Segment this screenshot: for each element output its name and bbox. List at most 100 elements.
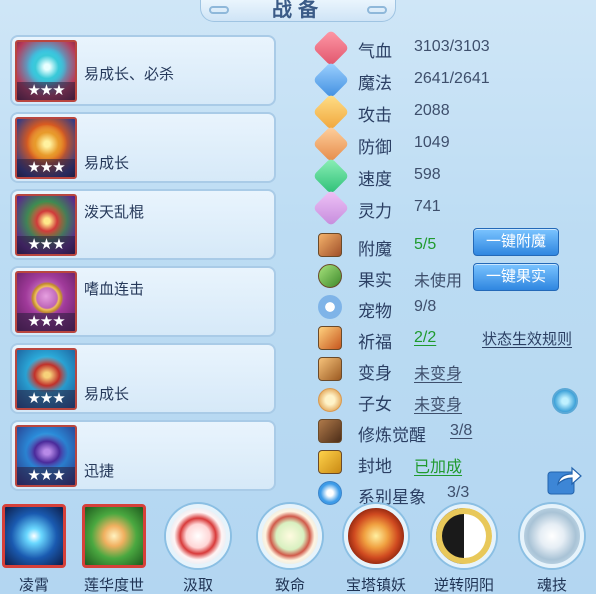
status-label: 附魔 (358, 240, 392, 259)
attr-value: 598 (414, 166, 441, 183)
paw-icon (318, 295, 342, 319)
status-value[interactable]: 已加成 (414, 453, 462, 477)
attr-label: 魔法 (358, 74, 392, 93)
one-click-enchant-button[interactable]: 一键附魔 (473, 228, 559, 256)
attr-value: 1049 (414, 134, 450, 151)
equipment-slot-1[interactable]: ★★★ 易成长、必杀 (10, 35, 276, 106)
status-transform[interactable]: 变身 未变身 (316, 354, 586, 385)
fruit-icon (318, 264, 342, 288)
star-rating: ★★★ (17, 467, 75, 485)
crown-icon: ★★★ (15, 194, 77, 256)
lotus-hand-icon (82, 504, 146, 568)
status-value[interactable]: 未变身 (414, 391, 462, 415)
equipment-slot-4[interactable]: ★★★ 嗜血连击 (10, 266, 276, 337)
status-value[interactable]: 2/2 (414, 329, 436, 347)
status-label: 果实 (358, 271, 392, 290)
equipment-slot-5[interactable]: ★★★ 易成长 (10, 343, 276, 414)
attr-label: 防御 (358, 138, 392, 157)
status-label: 宠物 (358, 302, 392, 321)
status-rules-link[interactable]: 状态生效规则 (482, 328, 572, 349)
skill-label: 汲取 (182, 577, 213, 594)
attr-defense: 防御 1049 (312, 125, 586, 163)
equipment-slot-3[interactable]: ★★★ 泼天乱棍 (10, 189, 276, 260)
attr-label: 气血 (358, 42, 392, 61)
star-rating: ★★★ (17, 313, 75, 331)
status-cultivation[interactable]: 修炼觉醒 3/8 (316, 416, 586, 447)
red-blade-icon (166, 504, 230, 568)
title-bar: 战备 (200, 0, 396, 22)
status-value[interactable]: 未变身 (414, 360, 462, 384)
skill-label: 莲华度世 (83, 577, 144, 594)
cloud-ornament-icon (209, 6, 229, 14)
skill-baota[interactable]: 宝塔镇妖 (342, 504, 410, 594)
skill-lianhua[interactable]: 莲华度世 (80, 504, 148, 594)
belt-icon: ★★★ (15, 348, 77, 410)
equipment-name: 易成长 (84, 155, 130, 172)
skull-icon (520, 504, 584, 568)
attr-attack: 攻击 2088 (312, 93, 586, 131)
one-click-fruit-button[interactable]: 一键果实 (473, 263, 559, 291)
equipment-slot-2[interactable]: ★★★ 易成长 (10, 112, 276, 183)
status-label: 祈福 (358, 333, 392, 352)
child-icon (318, 388, 342, 412)
fief-icon (318, 450, 342, 474)
equipment-name: 易成长、必杀 (84, 66, 175, 83)
status-value[interactable]: 3/8 (450, 422, 472, 440)
status-label: 变身 (358, 364, 392, 383)
yin-yang-icon (432, 504, 496, 568)
status-label: 封地 (358, 457, 392, 476)
skill-label: 宝塔镇妖 (345, 577, 406, 594)
skill-label: 致命 (274, 577, 305, 594)
attr-label: 灵力 (358, 202, 392, 221)
shield-icon (312, 125, 350, 163)
star-rating: ★★★ (17, 236, 75, 254)
equipment-name: 嗜血连击 (84, 281, 145, 298)
status-value: 9/8 (414, 298, 437, 315)
skill-nizhuan[interactable]: 逆转阴阳 (430, 504, 498, 594)
share-icon[interactable] (546, 464, 582, 496)
attr-value: 3103/3103 (414, 38, 490, 55)
boots-icon: ★★★ (15, 425, 77, 487)
status-label: 修炼觉醒 (358, 426, 426, 445)
pagoda-icon (344, 504, 408, 568)
star-rating: ★★★ (17, 390, 75, 408)
equipment-list: ★★★ 易成长、必杀 ★★★ 易成长 ★★★ 泼天乱棍 ★★★ 嗜血连击 ★★★… (10, 35, 276, 497)
attr-speed: 速度 598 (312, 157, 586, 195)
refresh-icon[interactable] (552, 388, 578, 414)
cloud-ornament-icon (367, 6, 387, 14)
enchant-icon (318, 233, 342, 257)
status-pet[interactable]: 宠物 9/8 (316, 292, 586, 323)
skill-zhiming[interactable]: 致命 (256, 504, 324, 594)
attr-spirit: 灵力 741 (312, 189, 586, 227)
gem-armor-icon: ★★★ (15, 40, 77, 102)
status-child[interactable]: 子女 未变身 (316, 385, 586, 416)
status-label: 子女 (358, 395, 392, 414)
page-title: 战备 (272, 0, 324, 21)
skill-jiqu[interactable]: 汲取 (164, 504, 232, 594)
necklace-icon: ★★★ (15, 271, 77, 333)
attribute-panel: 气血 3103/3103 魔法 2641/2641 攻击 2088 防御 104… (312, 29, 586, 227)
equipment-name: 易成长 (84, 386, 130, 403)
skill-label: 凌霄 (18, 577, 49, 594)
blue-star-icon (2, 504, 66, 568)
magic-icon (312, 61, 350, 99)
attr-value: 2088 (414, 102, 450, 119)
star-rating: ★★★ (17, 159, 75, 177)
blessing-icon (318, 326, 342, 350)
heart-icon (312, 29, 350, 67)
skill-label: 逆转阴阳 (433, 577, 494, 594)
attr-value: 2641/2641 (414, 70, 490, 87)
transform-icon (318, 357, 342, 381)
skill-hunji[interactable]: 魂技 (518, 504, 586, 594)
equipment-slot-6[interactable]: ★★★ 迅捷 (10, 420, 276, 491)
lightning-icon (312, 157, 350, 195)
attr-mp: 魔法 2641/2641 (312, 61, 586, 99)
skill-lingxiao[interactable]: 凌霄 (0, 504, 68, 594)
attr-label: 速度 (358, 170, 392, 189)
spirit-icon (312, 189, 350, 227)
equipment-name: 泼天乱棍 (84, 204, 145, 221)
attr-value: 741 (414, 198, 441, 215)
green-slash-icon (258, 504, 322, 568)
equipment-name: 迅捷 (84, 463, 115, 480)
status-value: 5/5 (414, 236, 437, 253)
